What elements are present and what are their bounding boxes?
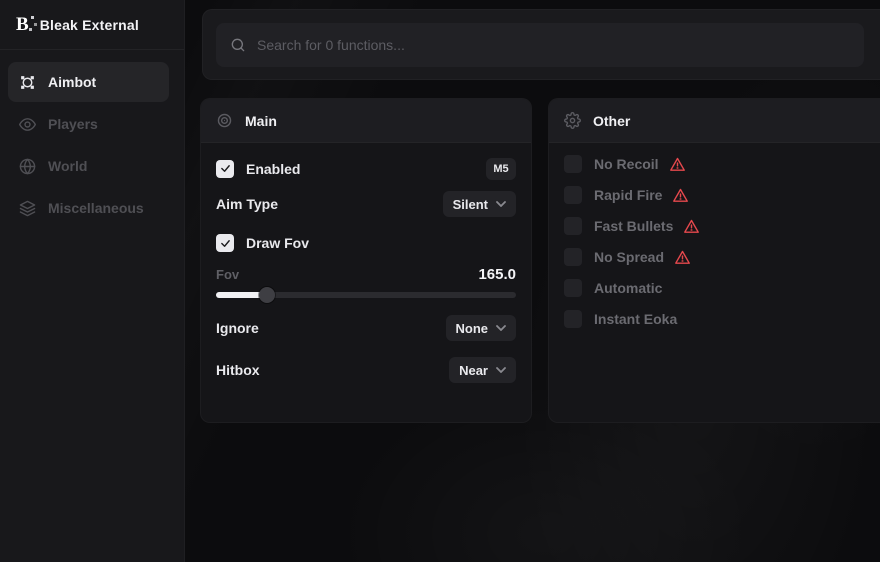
enabled-label: Enabled [246,161,300,177]
panel-other-header: Other [549,99,880,143]
eye-icon [19,116,36,133]
ignore-dropdown[interactable]: None [446,315,517,341]
hitbox-value: Near [459,363,488,378]
warning-triangle-icon [683,218,700,235]
rapid-fire-checkbox[interactable] [564,186,582,204]
no-recoil-label: No Recoil [594,156,659,172]
aim-type-row: Aim Type Silent [216,191,516,217]
panel-main-body: Enabled M5 Aim Type Silent Draw Fov F [201,156,531,383]
logo-row: B Bleak External [0,0,184,50]
layers-icon [19,200,36,217]
draw-fov-checkbox[interactable] [216,234,234,252]
sidebar-item-aimbot[interactable]: Aimbot [8,62,169,102]
app-title: Bleak External [40,17,139,33]
chevron-down-icon [496,201,506,207]
ignore-label: Ignore [216,320,259,336]
fast-bullets-label: Fast Bullets [594,218,673,234]
aimbot-crosshair-icon [19,74,36,91]
warning-triangle-icon [669,156,686,173]
sidebar-item-label: World [48,158,87,174]
automatic-checkbox[interactable] [564,279,582,297]
app-logo-icon: B [16,15,29,34]
panel-main-header: Main [201,99,531,143]
no-spread-label: No Spread [594,249,664,265]
no-recoil-row: No Recoil [564,154,880,174]
hitbox-row: Hitbox Near [216,357,516,383]
no-recoil-checkbox[interactable] [564,155,582,173]
aim-type-label: Aim Type [216,196,278,212]
enabled-keybind-badge[interactable]: M5 [486,158,516,180]
sidebar-item-label: Aimbot [48,74,96,90]
rapid-fire-row: Rapid Fire [564,185,880,205]
search-icon [230,37,246,53]
main-content: Main Enabled M5 Aim Type Silent [185,0,880,562]
fov-slider[interactable] [216,287,516,303]
panel-other: Other No Recoil Rapid Fire [548,98,880,423]
sidebar-item-world[interactable]: World [8,146,169,186]
sidebar-item-label: Players [48,116,98,132]
no-spread-checkbox[interactable] [564,248,582,266]
panel-main-title: Main [245,113,277,129]
check-icon [220,163,231,174]
chevron-down-icon [496,325,506,331]
warning-triangle-icon [674,249,691,266]
draw-fov-label: Draw Fov [246,235,309,251]
aim-type-value: Silent [453,197,488,212]
panel-main: Main Enabled M5 Aim Type Silent [200,98,532,423]
rapid-fire-label: Rapid Fire [594,187,662,203]
instant-eoka-label: Instant Eoka [594,311,677,327]
fov-value: 165.0 [478,266,516,283]
fov-row: Fov 165.0 [216,265,516,283]
ignore-row: Ignore None [216,315,516,341]
automatic-row: Automatic [564,278,880,298]
search-header-panel [202,9,880,80]
aim-type-dropdown[interactable]: Silent [443,191,516,217]
chevron-down-icon [496,367,506,373]
sidebar-item-label: Miscellaneous [48,200,144,216]
fov-label: Fov [216,267,239,282]
gear-icon [564,112,581,129]
enabled-row: Enabled M5 [216,156,516,181]
fast-bullets-row: Fast Bullets [564,216,880,236]
search-box[interactable] [216,23,864,67]
search-input[interactable] [257,37,850,53]
instant-eoka-checkbox[interactable] [564,310,582,328]
automatic-label: Automatic [594,280,662,296]
draw-fov-row: Draw Fov [216,233,516,253]
sidebar: B Bleak External Aimbot Players W [0,0,185,562]
panel-other-body: No Recoil Rapid Fire Fast Bull [549,154,880,329]
no-spread-row: No Spread [564,247,880,267]
warning-triangle-icon [672,187,689,204]
sidebar-nav: Aimbot Players World Miscellaneous [0,50,184,228]
sidebar-item-players[interactable]: Players [8,104,169,144]
fast-bullets-checkbox[interactable] [564,217,582,235]
ignore-value: None [456,321,489,336]
hitbox-label: Hitbox [216,362,260,378]
hitbox-dropdown[interactable]: Near [449,357,516,383]
globe-icon [19,158,36,175]
enabled-checkbox[interactable] [216,160,234,178]
instant-eoka-row: Instant Eoka [564,309,880,329]
check-icon [220,238,231,249]
panel-other-title: Other [593,113,630,129]
sidebar-item-miscellaneous[interactable]: Miscellaneous [8,188,169,228]
target-icon [216,112,233,129]
fov-slider-thumb[interactable] [259,287,275,303]
